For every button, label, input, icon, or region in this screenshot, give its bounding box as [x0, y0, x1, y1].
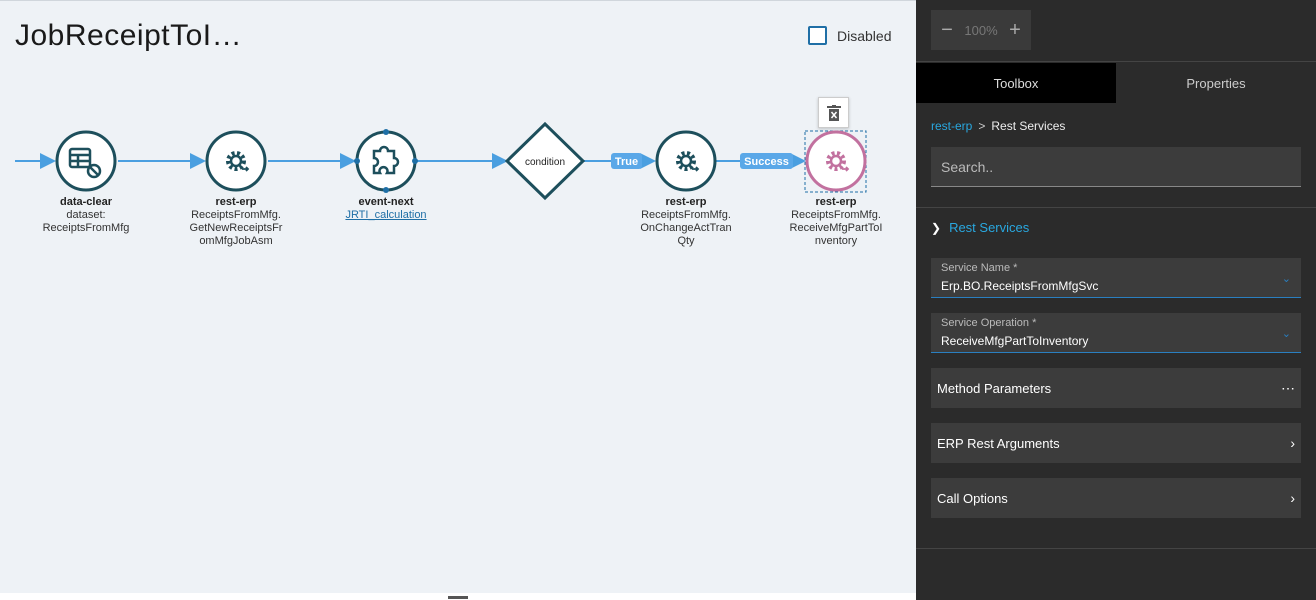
- node-event-next[interactable]: [354, 129, 418, 193]
- node-detail-line: ReceiptsFromMfg.: [641, 209, 731, 221]
- resize-handle[interactable]: [448, 596, 468, 599]
- node-type: rest-erp: [665, 196, 707, 208]
- node-detail-line: ReceiveMfgPartToI: [789, 222, 883, 234]
- breadcrumb-parent[interactable]: rest-erp: [931, 119, 972, 133]
- search-input[interactable]: [931, 147, 1301, 187]
- tab-toolbox[interactable]: Toolbox: [916, 63, 1116, 103]
- success-badge-text: Success: [744, 156, 789, 168]
- zoom-value: 100%: [964, 22, 998, 38]
- node-detail-line: ReceiptsFromMfg.: [791, 209, 881, 221]
- chevron-down-icon: ❯: [931, 220, 942, 235]
- divider: [916, 61, 1316, 62]
- node-label-rest-erp-3: rest-erp ReceiptsFromMfg. ReceiveMfgPart…: [776, 196, 896, 248]
- node-detail-line: dataset:: [66, 209, 106, 221]
- node-detail-line: GetNewReceiptsFr: [189, 222, 283, 234]
- tab-properties[interactable]: Properties: [1116, 63, 1316, 103]
- node-rest-erp-3-selected[interactable]: [804, 130, 867, 193]
- section-label: Rest Services: [949, 220, 1030, 235]
- node-label-data-clear: data-clear dataset: ReceiptsFromMfg: [26, 196, 146, 235]
- chevron-down-icon: ⌄: [1281, 328, 1291, 340]
- node-type: event-next: [358, 196, 414, 208]
- method-parameters-group[interactable]: Method Parameters ⋯: [931, 368, 1301, 408]
- divider: [916, 207, 1316, 208]
- node-detail-line: OnChangeActTran: [640, 222, 732, 234]
- node-detail-line: Qty: [677, 235, 695, 247]
- panel-tabs: Toolbox Properties: [916, 63, 1316, 103]
- breadcrumb-separator: >: [978, 119, 986, 133]
- group-label: ERP Rest Arguments: [937, 435, 1060, 451]
- node-type: rest-erp: [215, 196, 257, 208]
- group-label: Call Options: [937, 490, 1008, 506]
- section-rest-services[interactable]: ❯ Rest Services: [931, 220, 1029, 235]
- node-label-rest-erp-1: rest-erp ReceiptsFromMfg. GetNewReceipts…: [176, 196, 296, 248]
- node-detail-line: ReceiptsFromMfg.: [191, 209, 281, 221]
- node-type: rest-erp: [815, 196, 857, 208]
- delete-node-button[interactable]: [818, 97, 849, 128]
- breadcrumb: rest-erp > Rest Services: [931, 119, 1065, 133]
- chevron-down-icon: ⌄: [1281, 273, 1291, 285]
- group-label: Method Parameters: [937, 380, 1052, 396]
- condition-label: condition: [525, 157, 565, 168]
- node-type: data-clear: [60, 196, 112, 208]
- zoom-out-button[interactable]: −: [939, 19, 955, 42]
- node-data-clear[interactable]: [55, 130, 117, 192]
- more-icon[interactable]: ⋯: [1281, 380, 1295, 397]
- divider: [916, 548, 1316, 549]
- node-condition[interactable]: condition: [504, 121, 586, 201]
- node-detail-line: omMfgJobAsm: [199, 235, 273, 247]
- field-label: Service Operation *: [941, 317, 1037, 329]
- side-panel: − 100% + Toolbox Properties rest-erp > Res…: [916, 0, 1316, 600]
- field-value: ReceiveMfgPartToInventory: [941, 334, 1089, 348]
- node-rest-erp-1[interactable]: [205, 130, 267, 192]
- breadcrumb-current: Rest Services: [991, 119, 1066, 133]
- call-options-group[interactable]: Call Options ›: [931, 478, 1301, 518]
- zoom-control: − 100% +: [931, 10, 1031, 50]
- node-rest-erp-2[interactable]: [655, 130, 717, 192]
- erp-rest-arguments-group[interactable]: ERP Rest Arguments ›: [931, 423, 1301, 463]
- node-detail-line: ReceiptsFromMfg: [42, 222, 130, 234]
- node-detail-line: nventory: [814, 235, 858, 247]
- field-label: Service Name *: [941, 262, 1018, 274]
- trash-icon: [826, 104, 841, 121]
- zoom-in-button[interactable]: +: [1007, 19, 1023, 42]
- node-label-rest-erp-2: rest-erp ReceiptsFromMfg. OnChangeActTra…: [626, 196, 746, 248]
- service-operation-select[interactable]: Service Operation * ReceiveMfgPartToInve…: [931, 313, 1301, 353]
- true-badge-text: True: [615, 156, 638, 168]
- chevron-right-icon: ›: [1290, 490, 1295, 506]
- chevron-right-icon: ›: [1290, 435, 1295, 451]
- flow-diagram: True Success condition: [15, 121, 867, 201]
- event-link[interactable]: JRTI_calculation: [345, 209, 426, 221]
- flow-canvas[interactable]: JobReceiptToI… Disabled True Success con…: [0, 0, 916, 600]
- node-label-event-next: event-next JRTI_calculation: [326, 196, 446, 222]
- service-name-select[interactable]: Service Name * Erp.BO.ReceiptsFromMfgSvc…: [931, 258, 1301, 298]
- field-value: Erp.BO.ReceiptsFromMfgSvc: [941, 279, 1099, 293]
